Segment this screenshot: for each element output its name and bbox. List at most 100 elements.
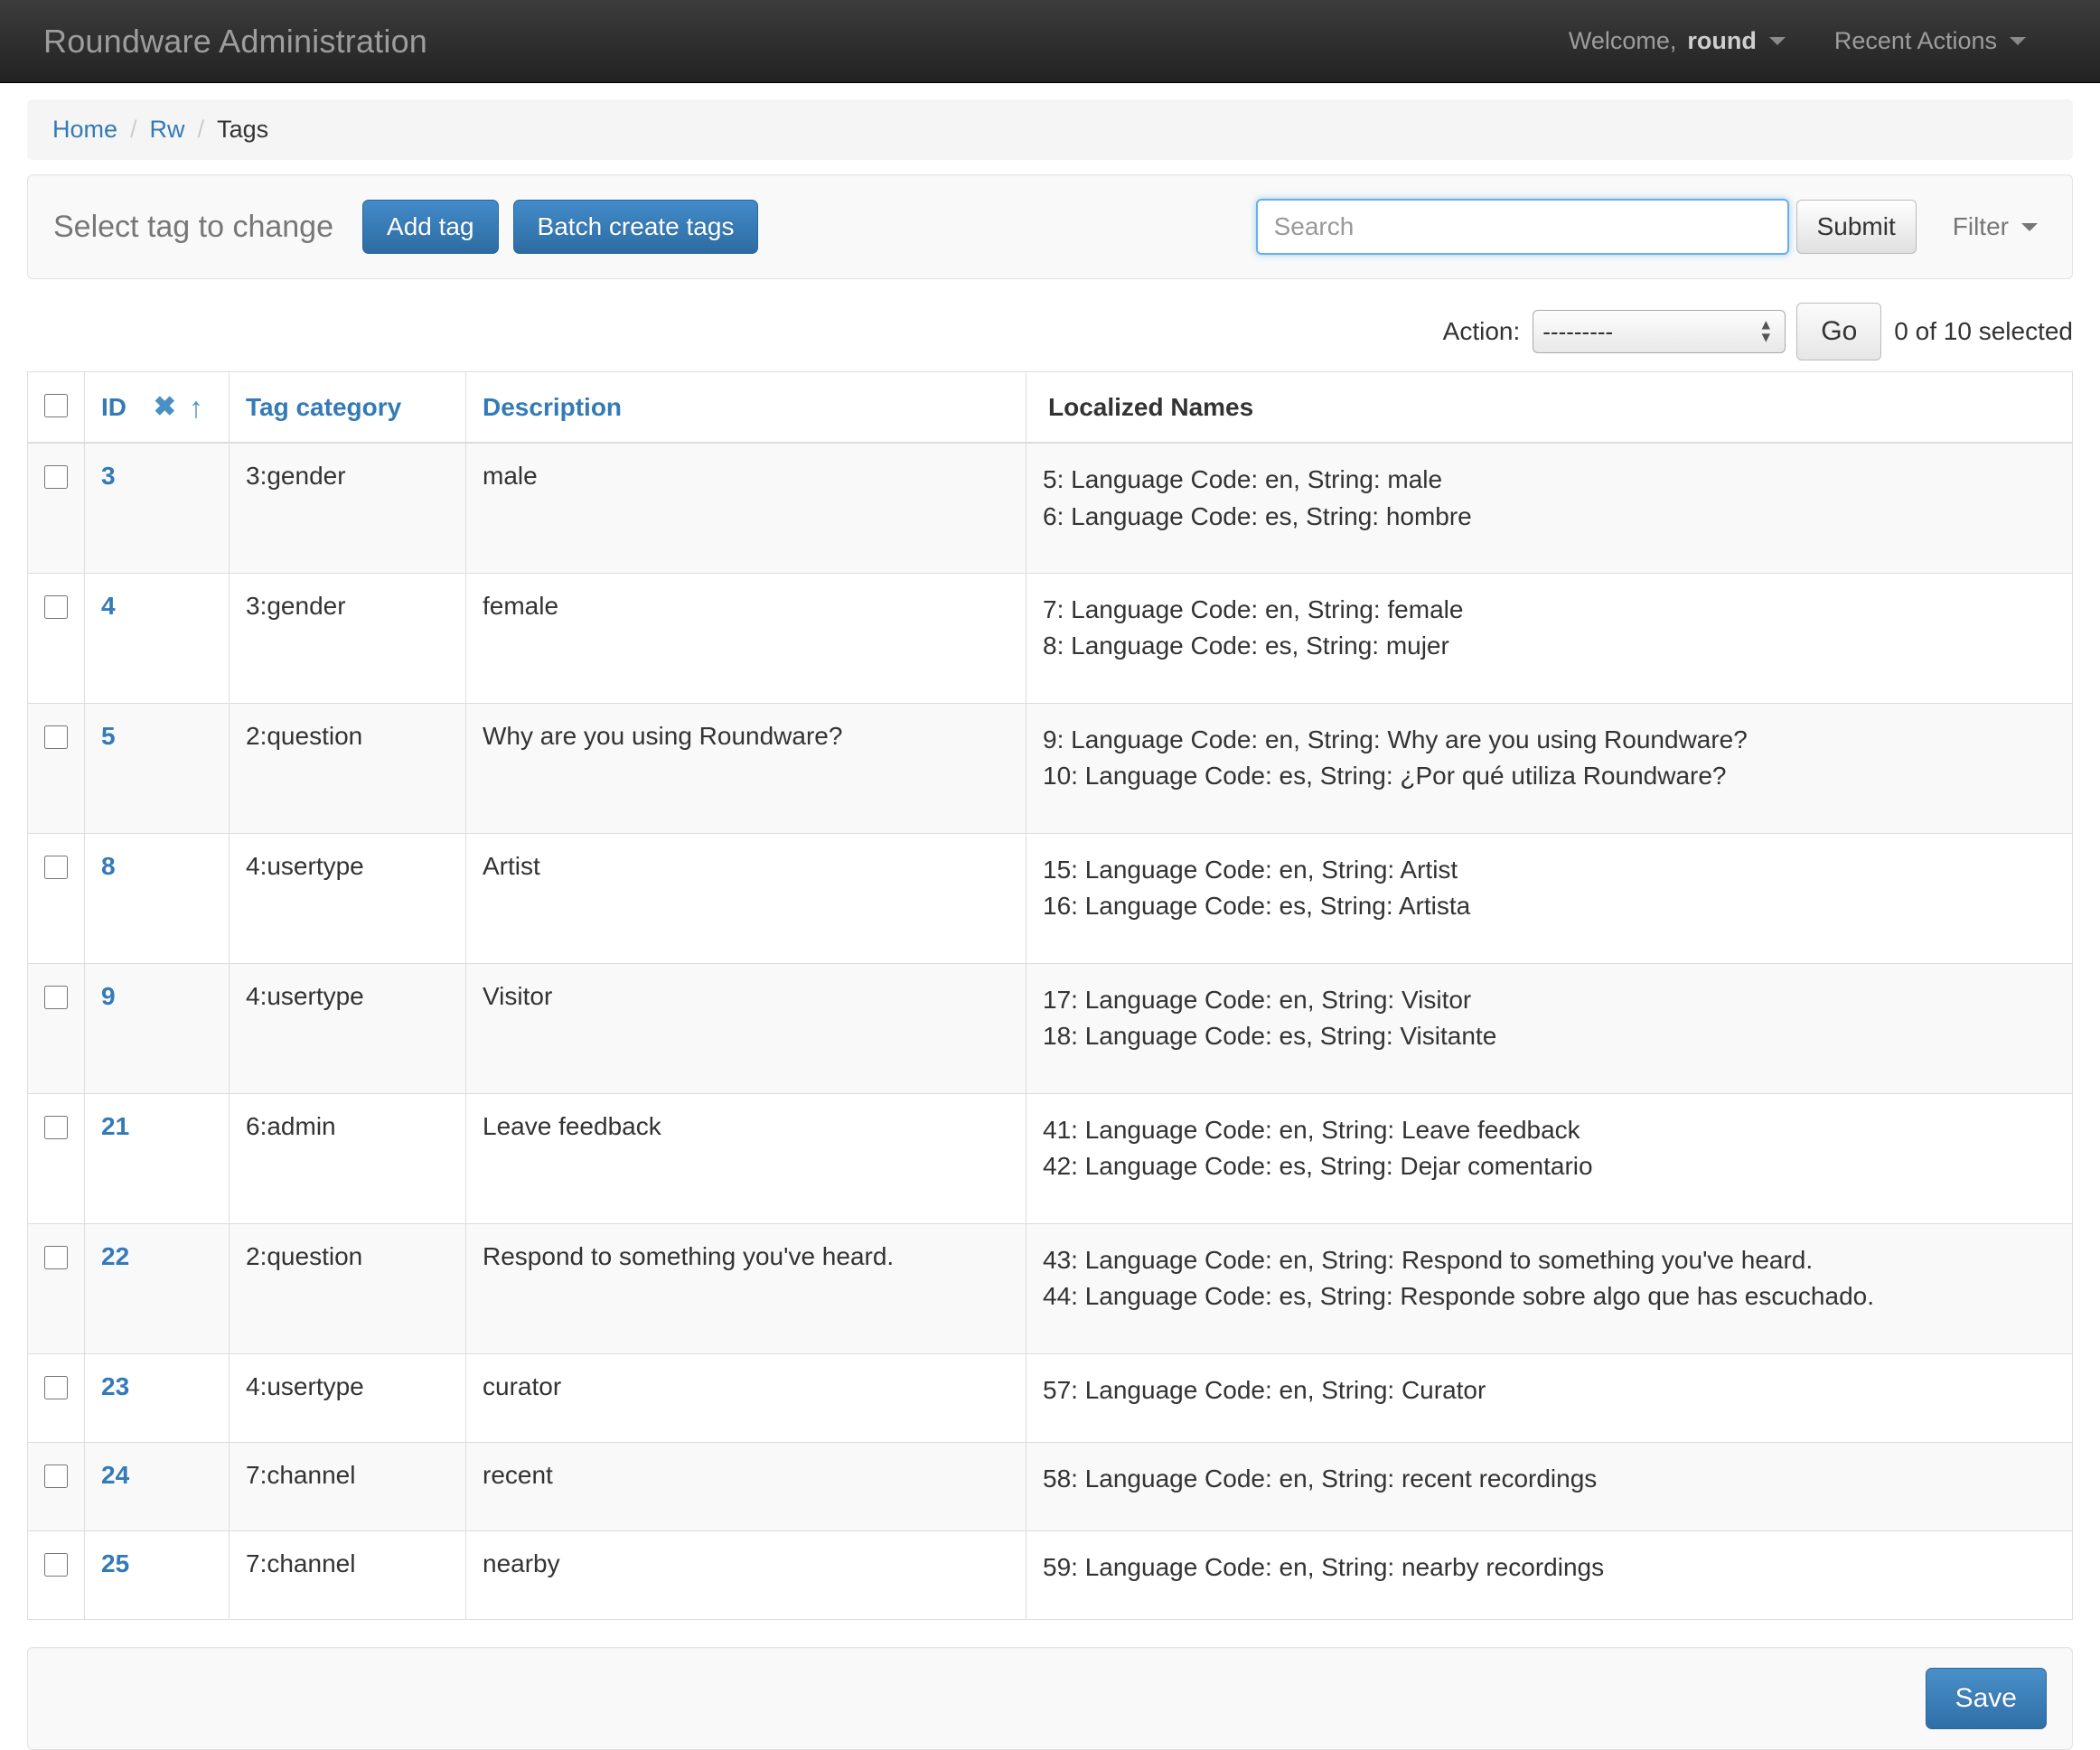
- tag-detail-link[interactable]: 5: [101, 722, 116, 750]
- row-select-cell: [27, 572, 85, 704]
- recent-actions-label: Recent Actions: [1833, 27, 1997, 54]
- cell-localized-names: 41: Language Code: en, String: Leave fee…: [1026, 1092, 2073, 1224]
- column-header-tag-category: Tag category: [229, 371, 466, 444]
- row-select-checkbox[interactable]: [44, 465, 68, 489]
- tag-detail-link[interactable]: 25: [101, 1549, 129, 1577]
- cell-id: 23: [84, 1352, 230, 1443]
- localized-name-line: 42: Language Code: es, String: Dejar com…: [1043, 1152, 1593, 1181]
- column-header-description: Description: [465, 371, 1027, 444]
- recent-actions-menu[interactable]: Recent Actions: [1834, 27, 2026, 55]
- row-select-cell: [27, 1222, 85, 1354]
- cell-id: 25: [84, 1530, 230, 1620]
- tag-detail-link[interactable]: 8: [101, 852, 116, 880]
- localized-name-line: 58: Language Code: en, String: recent re…: [1043, 1464, 1598, 1493]
- breadcrumb-app-link[interactable]: Rw: [150, 116, 185, 144]
- row-select-checkbox[interactable]: [44, 1245, 68, 1269]
- search-submit-button[interactable]: Submit: [1795, 199, 1917, 255]
- batch-create-tags-button[interactable]: Batch create tags: [512, 199, 759, 255]
- user-menu[interactable]: Welcome, round: [1569, 27, 1786, 55]
- cell-description: Why are you using Roundware?: [465, 702, 1027, 834]
- action-select[interactable]: ---------: [1533, 310, 1786, 353]
- cell-tag-category: 4:usertype: [229, 1352, 466, 1443]
- tag-detail-link[interactable]: 21: [101, 1112, 129, 1140]
- row-select-checkbox[interactable]: [44, 1115, 68, 1139]
- search-input[interactable]: [1255, 199, 1789, 255]
- chevron-down-icon: [1768, 37, 1786, 45]
- localized-name-line: 8: Language Code: es, String: mujer: [1043, 632, 1449, 660]
- cell-description: Respond to something you've heard.: [465, 1222, 1027, 1354]
- table-row: 25 7:channel nearby 59: Language Code: en, …: [27, 1530, 2073, 1620]
- row-select-checkbox[interactable]: [44, 1375, 68, 1399]
- cell-tag-category: 4:usertype: [229, 962, 466, 1094]
- row-select-cell: [27, 1441, 85, 1531]
- save-button[interactable]: Save: [1925, 1667, 2047, 1729]
- action-label: Action:: [1442, 317, 1521, 345]
- row-select-checkbox[interactable]: [44, 855, 68, 879]
- localized-name-line: 6: Language Code: es, String: hombre: [1043, 501, 1472, 530]
- cell-description: male: [465, 442, 1027, 574]
- submit-row: Save: [27, 1646, 2073, 1750]
- breadcrumb-container: Home / Rw / Tags: [0, 83, 2100, 160]
- cell-localized-names: 7: Language Code: en, String: female 8: L…: [1026, 572, 2073, 704]
- table-row: 21 6:admin Leave feedback 41: Language Code…: [27, 1092, 2073, 1224]
- cell-id: 3: [84, 442, 230, 574]
- results-table-container: ID ✖ ↑ Tag category Description Localize…: [0, 371, 2100, 1620]
- cell-id: 5: [84, 702, 230, 834]
- action-go-button[interactable]: Go: [1796, 303, 1882, 360]
- sort-by-description-link[interactable]: Description: [483, 393, 622, 421]
- cell-id: 24: [84, 1441, 230, 1531]
- cell-tag-category: 2:question: [229, 1222, 466, 1354]
- search-filter-group: Submit Filter: [1255, 199, 2047, 255]
- row-select-checkbox[interactable]: [44, 725, 68, 749]
- sort-ascending-icon[interactable]: ↑: [189, 393, 203, 422]
- row-select-checkbox[interactable]: [44, 1464, 68, 1488]
- table-row: 3 3:gender male 5: Language Code: en, Strin…: [27, 442, 2073, 574]
- row-select-cell: [27, 442, 85, 574]
- chevron-down-icon: [2021, 222, 2038, 231]
- toolbar-container: Select tag to change Add tag Batch creat…: [0, 160, 2100, 279]
- sort-by-tag-category-link[interactable]: Tag category: [246, 393, 401, 421]
- cell-description: recent: [465, 1441, 1027, 1531]
- localized-name-line: 9: Language Code: en, String: Why are yo…: [1043, 725, 1748, 753]
- row-select-cell: [27, 1092, 85, 1224]
- cell-tag-category: 2:question: [229, 702, 466, 834]
- cell-description: Visitor: [465, 962, 1027, 1094]
- cell-id: 9: [84, 962, 230, 1094]
- localized-name-line: 43: Language Code: en, String: Respond t…: [1043, 1245, 1814, 1274]
- cell-description: curator: [465, 1352, 1027, 1443]
- tag-detail-link[interactable]: 22: [101, 1242, 129, 1270]
- username-label: round: [1687, 27, 1757, 54]
- localized-name-line: 41: Language Code: en, String: Leave fee…: [1043, 1115, 1580, 1144]
- cell-description: Leave feedback: [465, 1092, 1027, 1224]
- localized-name-line: 15: Language Code: en, String: Artist: [1043, 855, 1458, 884]
- cell-tag-category: 3:gender: [229, 442, 466, 574]
- top-navbar: Roundware Administration Welcome, round …: [0, 0, 2100, 83]
- sort-by-id-link[interactable]: ID: [101, 393, 127, 421]
- breadcrumb-separator: /: [130, 116, 137, 143]
- sort-remove-icon[interactable]: ✖: [154, 393, 176, 421]
- filter-dropdown-toggle[interactable]: Filter: [1953, 212, 2038, 241]
- row-select-checkbox[interactable]: [44, 594, 68, 619]
- tag-detail-link[interactable]: 24: [101, 1461, 129, 1489]
- tag-detail-link[interactable]: 23: [101, 1372, 129, 1400]
- table-header-row: ID ✖ ↑ Tag category Description Localize…: [27, 371, 2073, 444]
- results-table: ID ✖ ↑ Tag category Description Localize…: [27, 371, 2073, 1620]
- row-select-cell: [27, 1352, 85, 1443]
- select-all-checkbox[interactable]: [44, 394, 68, 417]
- chevron-down-icon: [2010, 37, 2026, 45]
- tag-detail-link[interactable]: 4: [101, 592, 116, 620]
- filter-label: Filter: [1952, 212, 2009, 240]
- row-select-checkbox[interactable]: [44, 1552, 68, 1577]
- tag-detail-link[interactable]: 9: [101, 982, 116, 1010]
- cell-tag-category: 7:channel: [229, 1530, 466, 1620]
- table-row: 8 4:usertype Artist 15: Language Code: en, …: [27, 832, 2073, 964]
- localized-name-line: 17: Language Code: en, String: Visitor: [1043, 985, 1472, 1014]
- tag-detail-link[interactable]: 3: [101, 462, 116, 490]
- cell-description: nearby: [465, 1530, 1027, 1620]
- cell-localized-names: 57: Language Code: en, String: Curator: [1026, 1352, 2073, 1443]
- row-select-checkbox[interactable]: [44, 985, 68, 1009]
- add-tag-button[interactable]: Add tag: [362, 199, 499, 255]
- breadcrumb-home-link[interactable]: Home: [52, 116, 117, 144]
- action-select-wrapper: --------- ▲ ▼: [1533, 310, 1786, 353]
- cell-id: 8: [84, 832, 230, 964]
